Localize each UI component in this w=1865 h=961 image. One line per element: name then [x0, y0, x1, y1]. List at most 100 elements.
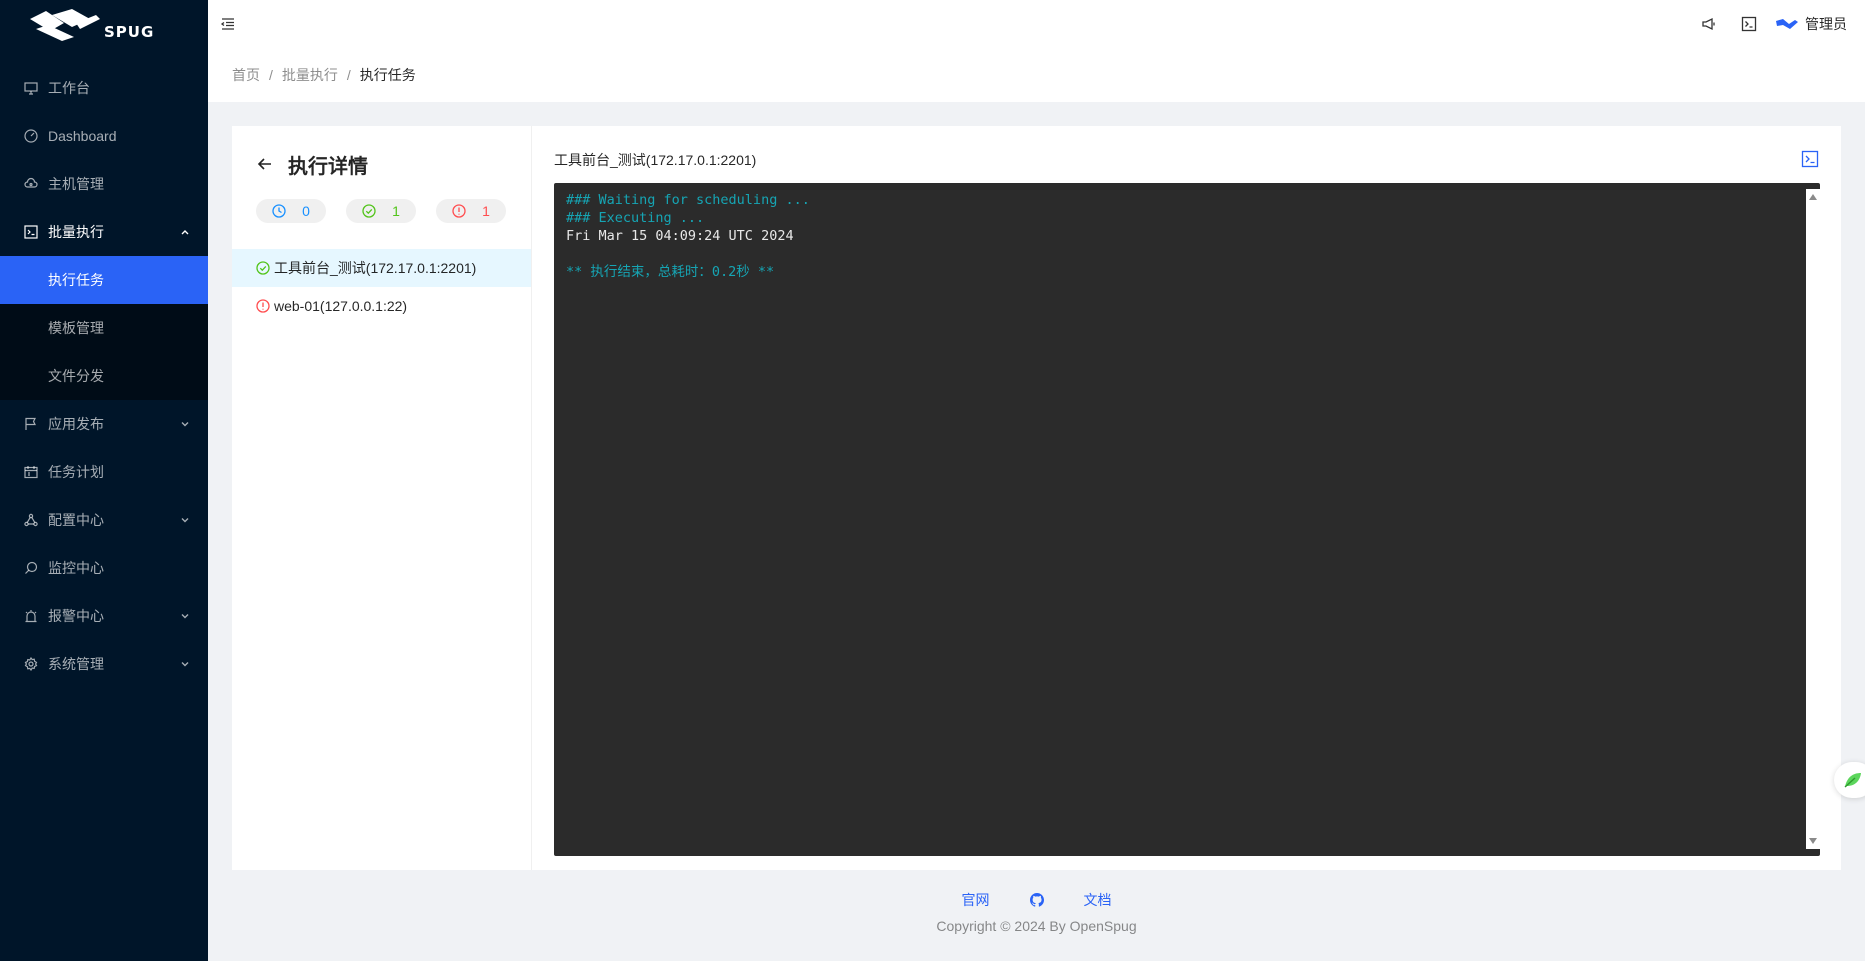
check-circle-icon: [256, 261, 270, 275]
terminal-line: ** 执行结束，总耗时：0.2秒 **: [566, 264, 775, 280]
output-pane: 工具前台_测试(172.17.0.1:2201) ### Waiting for…: [532, 126, 1841, 870]
dashboard-icon: [24, 129, 38, 143]
breadcrumb: 首页 / 批量执行 / 执行任务: [208, 48, 1865, 102]
status-stats: 0 1 1: [256, 199, 526, 223]
pending-count-badge[interactable]: 0: [256, 199, 326, 223]
sidebar-item-label: 监控中心: [48, 560, 104, 576]
breadcrumb-batch-exec[interactable]: 批量执行: [282, 65, 338, 85]
breadcrumb-home[interactable]: 首页: [232, 65, 260, 85]
sidebar-item-schedule[interactable]: 任务计划: [0, 448, 208, 496]
sidebar-item-label: 系统管理: [48, 656, 104, 672]
sidebar-item-workbench[interactable]: 工作台: [0, 64, 208, 112]
code-icon: [24, 225, 38, 239]
failed-count-badge[interactable]: 1: [436, 199, 506, 223]
github-icon[interactable]: [1029, 893, 1044, 907]
flag-icon: [24, 417, 38, 431]
output-host-title: 工具前台_测试(172.17.0.1:2201): [554, 152, 757, 168]
exec-detail-card: 执行详情 0 1 1 工具前台_测试(172.17.0.1:2201) web-…: [232, 126, 1841, 870]
schedule-icon: [24, 465, 38, 479]
notification-icon[interactable]: [1689, 0, 1729, 48]
menu-fold-icon[interactable]: [220, 16, 236, 32]
sidebar-item-monitor[interactable]: 监控中心: [0, 544, 208, 592]
sidebar-item-alarm[interactable]: 报警中心: [0, 592, 208, 640]
leaf-icon: [1844, 773, 1861, 788]
page-title: 执行详情: [288, 155, 368, 178]
host-list-pane: 执行详情 0 1 1 工具前台_测试(172.17.0.1:2201) web-…: [232, 126, 532, 870]
terminal-text: ### Waiting for scheduling ... ### Execut…: [566, 191, 810, 281]
sidebar-item-app-deploy[interactable]: 应用发布: [0, 400, 208, 448]
clock-icon: [272, 204, 286, 218]
sidebar-item-batch-exec[interactable]: 批量执行: [0, 208, 208, 256]
host-item[interactable]: web-01(127.0.0.1:22): [232, 287, 531, 325]
sidebar-item-label: 任务计划: [48, 464, 104, 480]
alert-icon: [24, 609, 38, 623]
check-circle-icon: [362, 204, 376, 218]
user-avatar-icon: [1776, 19, 1798, 29]
terminal-scrollbar[interactable]: [1806, 189, 1820, 849]
chevron-down-icon: [181, 614, 189, 619]
host-item[interactable]: 工具前台_测试(172.17.0.1:2201): [232, 249, 531, 287]
footer-link-website[interactable]: 官网: [962, 890, 990, 910]
submenu-batch-exec: 执行任务 模板管理 文件分发: [0, 256, 208, 400]
terminal-line: Fri Mar 15 04:09:24 UTC 2024: [566, 228, 794, 244]
terminal-output[interactable]: ### Waiting for scheduling ... ### Execut…: [554, 183, 1820, 856]
setting-icon: [24, 657, 38, 671]
host-name: web-01(127.0.0.1:22): [274, 298, 408, 314]
host-name: 工具前台_测试(172.17.0.1:2201): [274, 260, 477, 276]
sidebar-item-label: 批量执行: [48, 224, 104, 240]
host-list: 工具前台_测试(172.17.0.1:2201) web-01(127.0.0.…: [232, 249, 531, 325]
sidebar-item-system[interactable]: 系统管理: [0, 640, 208, 688]
detail-title-row: 执行详情: [256, 150, 368, 178]
desktop-icon: [24, 81, 38, 95]
sidebar-item-label: 模板管理: [48, 320, 104, 336]
sidebar-item-exec-task[interactable]: 执行任务: [0, 256, 208, 304]
success-count: 1: [392, 203, 400, 219]
terminal-line: ### Waiting for scheduling ...: [566, 192, 810, 208]
sidebar-item-label: 文件分发: [48, 368, 104, 384]
user-menu[interactable]: 管理员: [1769, 0, 1865, 48]
sidebar-item-label: 主机管理: [48, 176, 104, 192]
sidebar-item-file-transfer[interactable]: 文件分发: [0, 352, 208, 400]
chevron-down-icon: [181, 518, 189, 523]
sidebar-item-label: 工作台: [48, 80, 90, 96]
scroll-down-icon[interactable]: [1809, 838, 1817, 844]
sidebar-item-template-manage[interactable]: 模板管理: [0, 304, 208, 352]
success-count-badge[interactable]: 1: [346, 199, 416, 223]
svg-text:SPUG: SPUG: [104, 23, 154, 41]
sidebar-item-hosts[interactable]: 主机管理: [0, 160, 208, 208]
monitor-icon: [24, 561, 38, 575]
exclamation-circle-icon: [452, 204, 466, 218]
sidebar-item-label: 执行任务: [48, 272, 104, 288]
copyright: Copyright © 2024 By OpenSpug: [936, 918, 1137, 934]
sidebar-item-dashboard[interactable]: Dashboard: [0, 112, 208, 160]
chevron-up-icon: [181, 230, 189, 235]
footer-links: 官网 文档: [208, 890, 1865, 910]
sidebar: SPUG 工作台 Dashboard 主机管理 批量执行 执行任务 模板管理 文…: [0, 0, 208, 961]
breadcrumb-current: 执行任务: [359, 67, 416, 83]
breadcrumb-separator: /: [269, 67, 273, 83]
side-menu: 工作台 Dashboard 主机管理 批量执行 执行任务 模板管理 文件分发 应…: [0, 64, 208, 688]
pending-count: 0: [302, 203, 310, 219]
sidebar-item-label: 配置中心: [48, 512, 104, 528]
floating-assistant-button[interactable]: [1834, 762, 1865, 798]
arrow-left-icon[interactable]: [256, 155, 274, 173]
exclamation-circle-icon: [256, 299, 270, 313]
footer: 官网 文档 Copyright © 2024 By OpenSpug: [208, 890, 1865, 934]
open-terminal-icon[interactable]: [1801, 150, 1819, 168]
spug-logo[interactable]: SPUG: [0, 0, 208, 48]
sidebar-item-label: 应用发布: [48, 416, 104, 432]
deployment-unit-icon: [24, 513, 38, 527]
terminal-icon[interactable]: [1729, 0, 1769, 48]
failed-count: 1: [482, 203, 490, 219]
footer-link-docs[interactable]: 文档: [1084, 890, 1112, 910]
chevron-down-icon: [181, 422, 189, 427]
sidebar-item-config-center[interactable]: 配置中心: [0, 496, 208, 544]
sidebar-item-label: Dashboard: [48, 128, 117, 144]
sidebar-item-label: 报警中心: [48, 608, 104, 624]
scroll-up-icon[interactable]: [1809, 194, 1817, 200]
terminal-line: ### Executing ...: [566, 210, 705, 226]
chevron-down-icon: [181, 662, 189, 667]
user-name: 管理员: [1805, 16, 1847, 32]
header-actions: 管理员: [1689, 0, 1865, 48]
